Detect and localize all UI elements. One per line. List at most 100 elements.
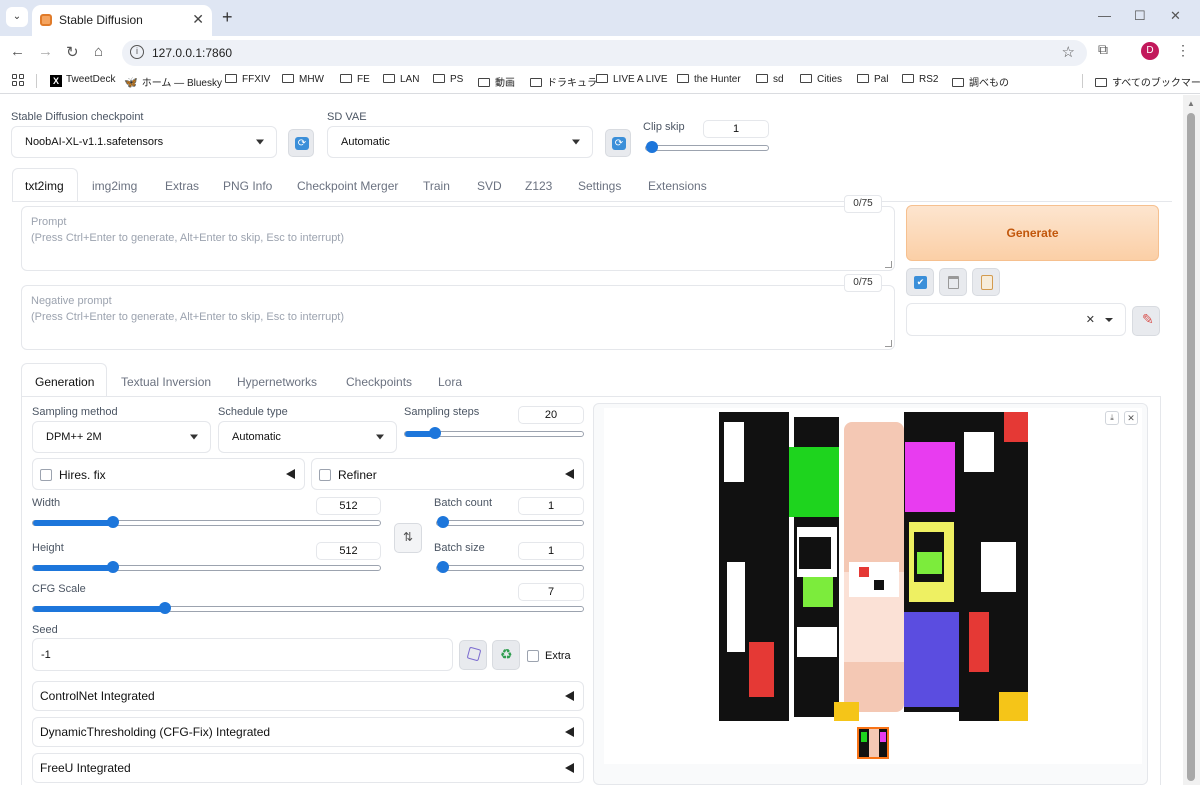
bookmark-folder[interactable]: PS xyxy=(433,74,463,85)
bookmark-folder[interactable]: FE xyxy=(340,74,370,85)
vae-dropdown[interactable]: Automatic xyxy=(327,126,593,158)
slider-knob[interactable] xyxy=(646,141,658,153)
extensions-icon[interactable]: ⧉ xyxy=(1098,41,1108,58)
apps-grid-icon[interactable] xyxy=(12,74,24,86)
clear-prompt-button[interactable] xyxy=(939,268,967,296)
negative-prompt-textarea[interactable]: Negative prompt (Press Ctrl+Enter to gen… xyxy=(21,285,895,350)
bookmark-folder[interactable]: 調べもの xyxy=(952,74,1009,89)
height-input[interactable]: 512 xyxy=(316,542,381,560)
forward-icon[interactable]: → xyxy=(38,43,53,60)
batch-size-slider[interactable] xyxy=(436,561,584,573)
slider-knob[interactable] xyxy=(159,602,171,614)
tab-svd[interactable]: SVD xyxy=(477,179,502,193)
bookmark-folder[interactable]: MHW xyxy=(282,74,324,85)
tab-extras[interactable]: Extras xyxy=(165,179,199,193)
slider-knob[interactable] xyxy=(106,561,119,573)
minimize-icon[interactable]: — xyxy=(1098,8,1111,23)
refiner-accordion[interactable]: Refiner xyxy=(311,458,584,490)
close-window-icon[interactable]: ✕ xyxy=(1170,8,1181,24)
reuse-seed-button[interactable]: ♻ xyxy=(492,640,520,670)
download-icon[interactable]: ⤓ xyxy=(1105,411,1119,425)
bookmark-folder[interactable]: the Hunter xyxy=(677,74,741,85)
generate-button[interactable]: Generate xyxy=(906,205,1159,261)
bookmark-folder[interactable]: sd xyxy=(756,74,784,85)
bookmark-folder[interactable]: LIVE A LIVE xyxy=(596,74,667,85)
collapse-arrow-icon[interactable] xyxy=(565,691,574,701)
tab-textual-inversion[interactable]: Textual Inversion xyxy=(121,375,211,389)
dynamic-thresholding-accordion[interactable]: DynamicThresholding (CFG-Fix) Integrated xyxy=(32,717,584,747)
collapse-arrow-icon[interactable] xyxy=(565,763,574,773)
close-tab-icon[interactable]: ✕ xyxy=(192,11,204,28)
hires-fix-accordion[interactable]: Hires. fix xyxy=(32,458,305,490)
url-text[interactable]: 127.0.0.1:7860 xyxy=(152,46,232,60)
bookmark-bluesky[interactable]: 🦋 ホーム — Bluesky xyxy=(124,74,222,89)
profile-avatar[interactable]: D xyxy=(1141,42,1159,60)
batch-size-input[interactable]: 1 xyxy=(518,542,584,560)
tab-search-button[interactable]: ⌄ xyxy=(6,7,28,27)
all-bookmarks[interactable]: すべてのブックマーク xyxy=(1095,74,1200,89)
clip-skip-slider[interactable] xyxy=(645,141,769,153)
batch-count-input[interactable]: 1 xyxy=(518,497,584,515)
tab-png-info[interactable]: PNG Info xyxy=(223,179,272,193)
prompt-textarea[interactable]: Prompt (Press Ctrl+Enter to generate, Al… xyxy=(21,206,895,271)
scrollbar-thumb[interactable] xyxy=(1187,113,1195,781)
generated-image[interactable] xyxy=(719,412,1028,721)
collapse-arrow-icon[interactable] xyxy=(565,727,574,737)
bookmark-folder[interactable]: Pal xyxy=(857,74,888,85)
maximize-icon[interactable]: ☐ xyxy=(1134,8,1146,24)
bookmark-folder[interactable]: RS2 xyxy=(902,74,938,85)
back-icon[interactable]: ← xyxy=(10,43,25,60)
clear-icon[interactable]: ✕ xyxy=(1086,313,1095,326)
resize-grip-icon[interactable] xyxy=(885,261,892,268)
slider-knob[interactable] xyxy=(106,516,119,528)
styles-dropdown[interactable]: ✕ xyxy=(906,303,1126,336)
swap-dimensions-button[interactable]: ⇅ xyxy=(394,523,422,553)
bookmark-star-icon[interactable]: ☆ xyxy=(1062,43,1075,61)
sampling-steps-slider[interactable] xyxy=(404,427,584,439)
tab-txt2img[interactable]: txt2img xyxy=(25,179,64,193)
tab-z123[interactable]: Z123 xyxy=(525,179,552,193)
schedule-type-dropdown[interactable]: Automatic xyxy=(218,421,397,453)
slider-knob[interactable] xyxy=(437,516,449,528)
tab-generation[interactable]: Generation xyxy=(35,375,94,389)
slider-knob[interactable] xyxy=(437,561,449,573)
cfg-scale-input[interactable]: 7 xyxy=(518,583,584,601)
collapse-arrow-icon[interactable] xyxy=(565,469,574,479)
browser-menu-icon[interactable]: ⋮ xyxy=(1176,42,1190,59)
bookmark-folder[interactable]: Cities xyxy=(800,74,842,85)
sampling-steps-input[interactable]: 20 xyxy=(518,406,584,424)
tab-extensions[interactable]: Extensions xyxy=(648,179,707,193)
tab-checkpoints[interactable]: Checkpoints xyxy=(346,375,412,389)
tab-train[interactable]: Train xyxy=(423,179,450,193)
hires-fix-checkbox[interactable] xyxy=(40,469,52,481)
bookmark-folder[interactable]: 動画 xyxy=(478,74,515,89)
bookmark-folder[interactable]: ドラキュラ xyxy=(530,74,597,89)
collapse-arrow-icon[interactable] xyxy=(286,469,295,479)
paste-button[interactable] xyxy=(972,268,1000,296)
apply-styles-button[interactable]: ✔ xyxy=(906,268,934,296)
seed-input[interactable]: -1 xyxy=(32,638,453,671)
site-info-icon[interactable]: i xyxy=(130,45,144,59)
random-seed-button[interactable] xyxy=(459,640,487,670)
batch-count-slider[interactable] xyxy=(436,516,584,528)
tab-lora[interactable]: Lora xyxy=(438,375,462,389)
address-bar[interactable]: i 127.0.0.1:7860 ☆ xyxy=(122,40,1087,66)
new-tab-button[interactable]: + xyxy=(222,7,233,28)
refresh-checkpoint-button[interactable]: ⟳ xyxy=(288,129,314,157)
tab-checkpoint-merger[interactable]: Checkpoint Merger xyxy=(297,179,398,193)
home-icon[interactable]: ⌂ xyxy=(94,43,103,60)
resize-grip-icon[interactable] xyxy=(885,340,892,347)
reload-icon[interactable]: ↻ xyxy=(66,43,79,61)
scroll-up-arrow-icon[interactable]: ▲ xyxy=(1187,99,1195,108)
edit-styles-button[interactable]: ✎ xyxy=(1132,306,1160,336)
width-input[interactable]: 512 xyxy=(316,497,381,515)
refresh-vae-button[interactable]: ⟳ xyxy=(605,129,631,157)
page-scrollbar[interactable]: ▲ xyxy=(1183,95,1200,785)
bookmark-tweetdeck[interactable]: X TweetDeck xyxy=(50,74,115,87)
tab-settings[interactable]: Settings xyxy=(578,179,621,193)
bookmark-folder[interactable]: FFXIV xyxy=(225,74,270,85)
gallery-thumbnail[interactable] xyxy=(857,727,889,759)
bookmark-folder[interactable]: LAN xyxy=(383,74,419,85)
cfg-scale-slider[interactable] xyxy=(32,602,584,614)
checkpoint-dropdown[interactable]: NoobAI-XL-v1.1.safetensors xyxy=(11,126,277,158)
